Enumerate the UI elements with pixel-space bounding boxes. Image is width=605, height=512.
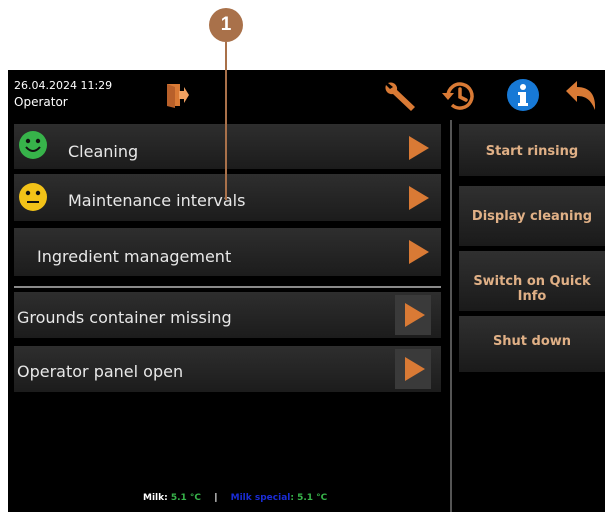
button-label: Switch on Quick Info (473, 274, 591, 304)
user-role: Operator (14, 95, 68, 109)
button-label: Display cleaning (471, 209, 593, 224)
menu-item-label: Maintenance intervals (68, 191, 246, 210)
message-arrow-button[interactable] (395, 295, 431, 335)
info-icon[interactable] (506, 78, 540, 112)
start-rinsing-button[interactable]: Start rinsing (459, 124, 605, 176)
wrench-icon[interactable] (384, 80, 418, 112)
menu-item-label: Cleaning (68, 142, 139, 161)
chevron-right-icon (409, 240, 429, 264)
shut-down-button[interactable]: Shut down (459, 316, 605, 372)
chevron-right-icon (405, 303, 425, 327)
section-divider (14, 286, 441, 288)
callout-line (225, 42, 227, 200)
datetime: 26.04.2024 11:29 (14, 79, 113, 92)
callout-badge: 1 (209, 8, 243, 42)
milk-special-label: Milk special (230, 493, 291, 503)
milk-temperature: 5.1 °C (170, 493, 202, 503)
logout-door-icon[interactable] (165, 82, 189, 108)
button-label: Start rinsing (485, 144, 579, 159)
chevron-right-icon (405, 357, 425, 381)
message-arrow-button[interactable] (395, 349, 431, 389)
message-operator-panel-open[interactable]: Operator panel open (14, 346, 441, 392)
vertical-divider (450, 120, 452, 512)
display-cleaning-button[interactable]: Display cleaning (459, 186, 605, 246)
menu-item-cleaning[interactable]: Cleaning (14, 124, 441, 169)
smiley-neutral-icon (19, 183, 47, 211)
header-bar: 26.04.2024 11:29 Operator (8, 70, 605, 120)
history-clock-icon[interactable] (441, 79, 477, 113)
footer-separator: | (214, 493, 218, 503)
message-grounds-container-missing[interactable]: Grounds container missing (14, 292, 441, 338)
milk-special-temperature: : 5.1 °C (290, 493, 328, 503)
message-label: Grounds container missing (17, 308, 232, 327)
chevron-right-icon (409, 186, 429, 210)
chevron-right-icon (409, 136, 429, 160)
quick-info-button[interactable]: Switch on Quick Info (459, 251, 605, 311)
menu-item-label: Ingredient management (37, 247, 232, 266)
milk-label: Milk: (143, 493, 168, 503)
temperature-status: Milk: 5.1 °C | Milk special: 5.1 °C (143, 493, 327, 503)
smiley-happy-icon (19, 131, 47, 159)
machine-screen: 26.04.2024 11:29 Operator Cleaning Maint… (8, 70, 605, 512)
message-label: Operator panel open (17, 362, 184, 381)
menu-item-maintenance-intervals[interactable]: Maintenance intervals (14, 174, 441, 221)
menu-item-ingredient-management[interactable]: Ingredient management (14, 228, 441, 276)
back-arrow-icon[interactable] (564, 80, 598, 114)
button-label: Shut down (492, 334, 572, 349)
